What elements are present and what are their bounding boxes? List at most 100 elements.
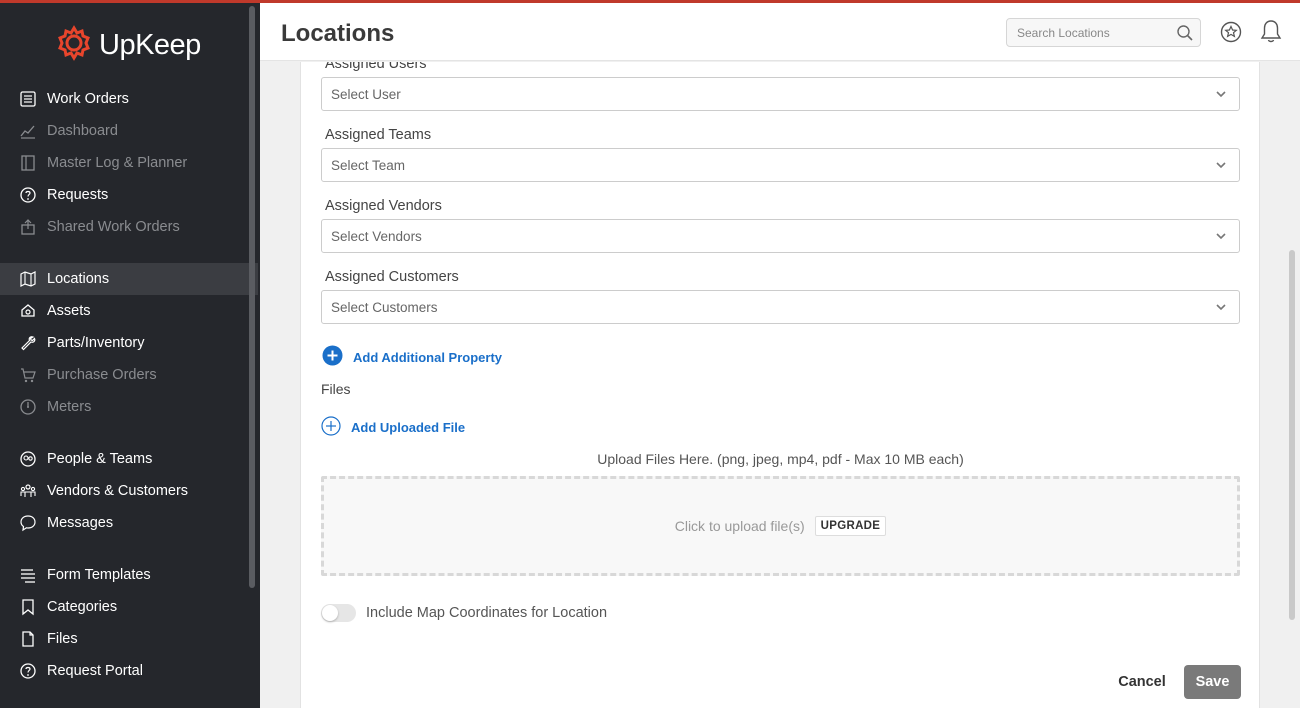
add-uploaded-file-button[interactable]: Add Uploaded File [321, 416, 465, 439]
file-icon [19, 630, 37, 648]
assigned-vendors-value: Select Vendors [331, 228, 422, 244]
assigned-customers-label: Assigned Customers [325, 269, 459, 285]
sidebar: UpKeep Work Orders Dashboard Master Log & … [0, 0, 260, 708]
favorite-star-icon[interactable] [1220, 21, 1242, 48]
vendors-icon [19, 482, 37, 500]
bookmark-icon [19, 598, 37, 616]
upgrade-badge[interactable]: UPGRADE [814, 516, 887, 536]
map-coordinates-row: Include Map Coordinates for Location [321, 604, 607, 622]
sidebar-nav: Work Orders Dashboard Master Log & Planner… [0, 83, 258, 687]
search-input[interactable] [1007, 19, 1167, 46]
chevron-down-icon[interactable] [1215, 301, 1227, 316]
file-dropzone[interactable]: Click to upload file(s) UPGRADE [321, 476, 1240, 576]
sidebar-item-label: Meters [47, 399, 92, 415]
sidebar-item-label: Files [47, 631, 78, 647]
sidebar-item-categories[interactable]: Categories [0, 591, 258, 623]
sidebar-item-label: Purchase Orders [47, 367, 157, 383]
map-coordinates-label: Include Map Coordinates for Location [366, 605, 608, 621]
share-icon [19, 218, 37, 236]
asset-icon [19, 302, 37, 320]
sidebar-item-label: Vendors & Customers [47, 483, 189, 499]
sidebar-item-shared-work-orders[interactable]: Shared Work Orders [0, 211, 258, 243]
sidebar-item-label: Request Portal [47, 663, 143, 679]
sidebar-item-label: Work Orders [47, 91, 129, 107]
save-button[interactable]: Save [1184, 665, 1241, 699]
sidebar-item-dashboard[interactable]: Dashboard [0, 115, 258, 147]
sidebar-item-label: Requests [47, 187, 109, 203]
people-icon [19, 450, 37, 468]
sidebar-item-work-orders[interactable]: Work Orders [0, 83, 258, 115]
map-icon [19, 270, 37, 288]
sidebar-item-master-log-planner[interactable]: Master Log & Planner [0, 147, 258, 179]
upkeep-logo[interactable]: UpKeep [55, 24, 201, 67]
sidebar-item-form-templates[interactable]: Form Templates [0, 559, 258, 591]
chart-icon [19, 122, 37, 140]
assigned-teams-label: Assigned Teams [325, 127, 432, 143]
upload-hint-text: Upload Files Here. (png, jpeg, mp4, pdf … [597, 451, 964, 467]
assigned-customers-select[interactable]: Select Customers [321, 290, 1240, 324]
sidebar-item-messages[interactable]: Messages [0, 507, 258, 539]
assigned-vendors-select[interactable]: Select Vendors [321, 219, 1240, 253]
main-scrollbar[interactable] [1289, 250, 1295, 620]
sidebar-item-label: Parts/Inventory [47, 335, 145, 351]
assigned-teams-value: Select Team [331, 157, 406, 173]
question-icon [19, 186, 37, 204]
meter-icon [19, 398, 37, 416]
top-accent-bar [0, 0, 1300, 3]
sidebar-item-label: Messages [47, 515, 114, 531]
add-uploaded-file-label: Add Uploaded File [351, 420, 466, 435]
gear-logo-icon [55, 24, 93, 67]
add-additional-property-label: Add Additional Property [353, 349, 503, 365]
logo-text: UpKeep [99, 29, 201, 61]
chevron-down-icon[interactable] [1215, 159, 1227, 174]
sidebar-item-label: Locations [47, 271, 110, 287]
assigned-users-select[interactable]: Select User [321, 77, 1240, 111]
sidebar-item-label: Form Templates [47, 567, 151, 583]
sidebar-item-files[interactable]: Files [0, 623, 258, 655]
sidebar-item-vendors-customers[interactable]: Vendors & Customers [0, 475, 258, 507]
add-additional-property-button[interactable]: Add Additional Property [322, 345, 502, 369]
sidebar-item-label: Assets [47, 303, 91, 319]
sidebar-item-label: Shared Work Orders [47, 219, 180, 235]
sidebar-item-label: Master Log & Planner [47, 155, 188, 171]
map-coordinates-toggle[interactable] [321, 604, 356, 622]
assigned-teams-select[interactable]: Select Team [321, 148, 1240, 182]
dropzone-text: Click to upload file(s) [674, 518, 805, 534]
form-icon [19, 566, 37, 584]
search-icon[interactable] [1176, 24, 1194, 47]
sidebar-item-label: Dashboard [47, 123, 118, 139]
cancel-button[interactable]: Cancel [1111, 665, 1173, 699]
page-title: Locations [281, 20, 395, 47]
sidebar-item-request-portal[interactable]: Request Portal [0, 655, 258, 687]
sidebar-item-parts-inventory[interactable]: Parts/Inventory [0, 327, 258, 359]
assigned-vendors-label: Assigned Vendors [325, 198, 442, 214]
search-box[interactable] [1006, 18, 1201, 47]
sidebar-item-meters[interactable]: Meters [0, 391, 258, 423]
chevron-down-icon[interactable] [1215, 88, 1227, 103]
assigned-users-label: Assigned Users [325, 62, 427, 72]
list-icon [19, 90, 37, 108]
portal-icon [19, 662, 37, 680]
plus-circle-outline-icon [321, 416, 341, 439]
sidebar-item-label: People & Teams [47, 451, 153, 467]
sidebar-item-assets[interactable]: Assets [0, 295, 258, 327]
bell-icon[interactable] [1260, 19, 1282, 50]
files-section-label: Files [321, 381, 351, 397]
sidebar-item-people-teams[interactable]: People & Teams [0, 443, 258, 475]
assigned-customers-value: Select Customers [331, 299, 438, 315]
cart-icon [19, 366, 37, 384]
plus-circle-filled-icon [322, 345, 343, 369]
sidebar-item-locations[interactable]: Locations [0, 263, 258, 295]
top-header: Locations [260, 3, 1300, 61]
wrench-icon [19, 334, 37, 352]
sidebar-item-label: Categories [47, 599, 118, 615]
sidebar-item-purchase-orders[interactable]: Purchase Orders [0, 359, 258, 391]
chevron-down-icon[interactable] [1215, 230, 1227, 245]
sidebar-item-requests[interactable]: Requests [0, 179, 258, 211]
sidebar-scrollbar[interactable] [249, 6, 255, 588]
assigned-users-value: Select User [331, 86, 401, 102]
main-content: Assigned Users Select User Assigned Team… [260, 62, 1300, 708]
